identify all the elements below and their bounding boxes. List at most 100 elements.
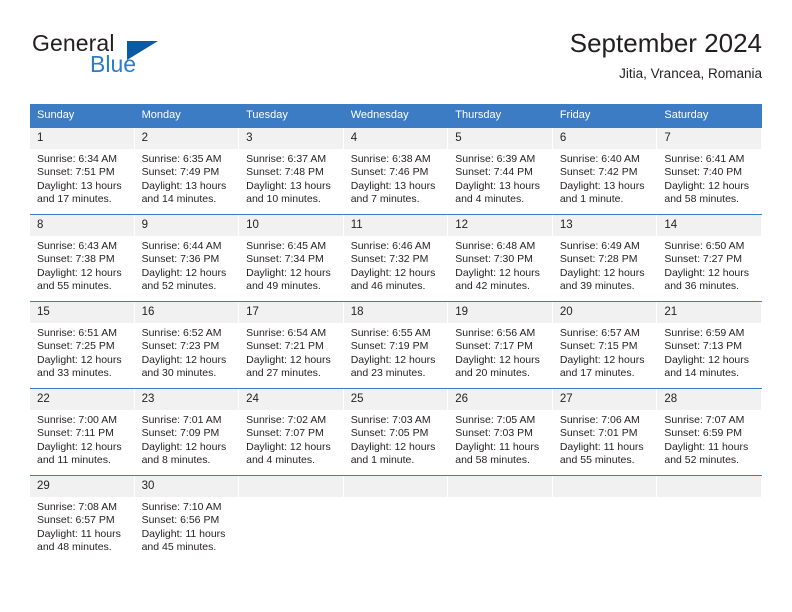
- calendar-day-cell[interactable]: 18 Sunrise: 6:55 AM Sunset: 7:19 PM Dayligh…: [343, 301, 449, 389]
- sunset-text: Sunset: 6:56 PM: [141, 514, 220, 527]
- day-number: 13: [552, 215, 658, 236]
- daylight-text: Daylight: 11 hours and 58 minutes.: [455, 440, 540, 467]
- calendar-day-cell[interactable]: 24 Sunrise: 7:02 AM Sunset: 7:07 PM Dayligh…: [239, 388, 344, 476]
- sunset-text: Sunset: 6:59 PM: [664, 427, 743, 440]
- sunset-text: Sunset: 7:03 PM: [455, 427, 533, 440]
- daylight-text: Daylight: 12 hours and 46 minutes.: [350, 266, 436, 293]
- sunrise-text: Sunrise: 7:03 AM: [350, 414, 431, 426]
- page-title: September 2024: [569, 28, 762, 58]
- sunrise-text: Sunrise: 6:38 AM: [350, 153, 431, 165]
- sunset-text: Sunset: 7:07 PM: [246, 427, 324, 440]
- day-details: [448, 497, 553, 501]
- day-number: 19: [448, 302, 553, 323]
- calendar-day-cell[interactable]: 26 Sunrise: 7:05 AM Sunset: 7:03 PM Dayligh…: [448, 388, 553, 476]
- day-number: 28: [657, 389, 762, 410]
- calendar-day-cell[interactable]: 20 Sunrise: 6:57 AM Sunset: 7:15 PM Dayligh…: [552, 301, 658, 389]
- sunset-text: Sunset: 7:13 PM: [664, 340, 743, 353]
- sunset-text: Sunset: 7:09 PM: [141, 427, 220, 440]
- day-details: Sunrise: 6:52 AM Sunset: 7:23 PM Daylight:…: [135, 323, 240, 381]
- sunrise-text: Sunrise: 6:48 AM: [455, 240, 536, 252]
- day-number: 16: [134, 302, 240, 323]
- calendar-day-cell[interactable]: 6 Sunrise: 6:40 AM Sunset: 7:42 PM Daylight…: [552, 127, 658, 215]
- calendar-day-cell[interactable]: 11 Sunrise: 6:46 AM Sunset: 7:32 PM Dayligh…: [343, 214, 449, 302]
- day-details: Sunrise: 6:46 AM Sunset: 7:32 PM Daylight:…: [344, 236, 449, 294]
- sunset-text: Sunset: 7:23 PM: [141, 340, 220, 353]
- daylight-text: Daylight: 12 hours and 14 minutes.: [664, 353, 750, 380]
- daylight-text: Daylight: 11 hours and 55 minutes.: [559, 440, 644, 467]
- daylight-text: Daylight: 12 hours and 36 minutes.: [664, 266, 750, 293]
- sunrise-text: Sunrise: 6:49 AM: [559, 240, 640, 252]
- calendar-day-cell[interactable]: 15 Sunrise: 6:51 AM Sunset: 7:25 PM Dayligh…: [30, 301, 135, 389]
- sunset-text: Sunset: 7:17 PM: [455, 340, 533, 353]
- day-details: [344, 497, 449, 501]
- calendar-day-cell-empty: [657, 475, 762, 564]
- daylight-text: Daylight: 13 hours and 4 minutes.: [455, 179, 540, 206]
- day-details: Sunrise: 6:59 AM Sunset: 7:13 PM Daylight:…: [657, 323, 762, 381]
- page-header: General Blue September 2024 Jitia, Vranc…: [30, 26, 762, 94]
- sunrise-text: Sunrise: 6:46 AM: [350, 240, 431, 252]
- day-number: 30: [134, 476, 240, 497]
- calendar-day-cell[interactable]: 30 Sunrise: 7:10 AM Sunset: 6:56 PM Dayligh…: [134, 475, 240, 564]
- day-number: 15: [30, 302, 135, 323]
- daylight-text: Daylight: 12 hours and 8 minutes.: [141, 440, 227, 467]
- daylight-text: Daylight: 13 hours and 17 minutes.: [37, 179, 122, 206]
- day-number: 12: [448, 215, 553, 236]
- sunset-text: Sunset: 7:19 PM: [350, 340, 429, 353]
- daylight-text: Daylight: 11 hours and 52 minutes.: [664, 440, 749, 467]
- sunset-text: Sunset: 7:49 PM: [141, 166, 220, 179]
- calendar-day-cell[interactable]: 14 Sunrise: 6:50 AM Sunset: 7:27 PM Dayligh…: [657, 214, 762, 302]
- calendar-day-cell-empty: [343, 475, 449, 564]
- sunrise-text: Sunrise: 6:56 AM: [455, 327, 536, 339]
- calendar-day-cell[interactable]: 13 Sunrise: 6:49 AM Sunset: 7:28 PM Dayligh…: [552, 214, 658, 302]
- calendar-day-cell[interactable]: 3 Sunrise: 6:37 AM Sunset: 7:48 PM Daylight…: [239, 127, 344, 215]
- calendar-day-cell[interactable]: 8 Sunrise: 6:43 AM Sunset: 7:38 PM Daylight…: [30, 214, 135, 302]
- calendar-day-cell[interactable]: 23 Sunrise: 7:01 AM Sunset: 7:09 PM Dayligh…: [134, 388, 240, 476]
- calendar-day-cell[interactable]: 10 Sunrise: 6:45 AM Sunset: 7:34 PM Dayligh…: [239, 214, 344, 302]
- day-number: 7: [657, 128, 762, 149]
- daylight-text: Daylight: 13 hours and 1 minute.: [559, 179, 645, 206]
- sunset-text: Sunset: 7:51 PM: [37, 166, 115, 179]
- sunset-text: Sunset: 7:27 PM: [664, 253, 743, 266]
- calendar-day-cell[interactable]: 12 Sunrise: 6:48 AM Sunset: 7:30 PM Dayligh…: [448, 214, 553, 302]
- calendar-day-cell-empty: [552, 475, 658, 564]
- daylight-text: Daylight: 12 hours and 55 minutes.: [37, 266, 122, 293]
- calendar-day-cell[interactable]: 9 Sunrise: 6:44 AM Sunset: 7:36 PM Daylight…: [134, 214, 240, 302]
- brand-logo[interactable]: General Blue: [30, 30, 250, 90]
- calendar-day-cell[interactable]: 17 Sunrise: 6:54 AM Sunset: 7:21 PM Dayligh…: [239, 301, 344, 389]
- daylight-text: Daylight: 12 hours and 42 minutes.: [455, 266, 540, 293]
- day-number: 20: [552, 302, 658, 323]
- calendar-day-cell[interactable]: 25 Sunrise: 7:03 AM Sunset: 7:05 PM Dayligh…: [343, 388, 449, 476]
- day-details: Sunrise: 7:03 AM Sunset: 7:05 PM Daylight:…: [344, 410, 449, 468]
- daylight-text: Daylight: 12 hours and 17 minutes.: [559, 353, 645, 380]
- page-subtitle: Jitia, Vrancea, Romania: [619, 66, 762, 81]
- day-details: Sunrise: 6:43 AM Sunset: 7:38 PM Daylight:…: [30, 236, 135, 294]
- calendar-day-cell[interactable]: 5 Sunrise: 6:39 AM Sunset: 7:44 PM Daylight…: [448, 127, 553, 215]
- calendar-day-cell[interactable]: 16 Sunrise: 6:52 AM Sunset: 7:23 PM Dayligh…: [134, 301, 240, 389]
- calendar-day-cell[interactable]: 19 Sunrise: 6:56 AM Sunset: 7:17 PM Dayligh…: [448, 301, 553, 389]
- calendar-day-cell[interactable]: 4 Sunrise: 6:38 AM Sunset: 7:46 PM Daylight…: [343, 127, 449, 215]
- calendar-day-cell[interactable]: 29 Sunrise: 7:08 AM Sunset: 6:57 PM Dayligh…: [30, 475, 135, 564]
- day-number: 17: [239, 302, 344, 323]
- daylight-text: Daylight: 12 hours and 58 minutes.: [664, 179, 750, 206]
- weekday-header-sunday: Sunday: [30, 104, 135, 128]
- sunset-text: Sunset: 7:28 PM: [559, 253, 638, 266]
- day-number: 8: [30, 215, 135, 236]
- daylight-text: Daylight: 12 hours and 27 minutes.: [246, 353, 331, 380]
- day-details: Sunrise: 6:34 AM Sunset: 7:51 PM Daylight:…: [30, 149, 135, 207]
- calendar-day-cell[interactable]: 28 Sunrise: 7:07 AM Sunset: 6:59 PM Dayligh…: [657, 388, 762, 476]
- day-number: 18: [343, 302, 449, 323]
- day-details: Sunrise: 6:45 AM Sunset: 7:34 PM Daylight:…: [239, 236, 344, 294]
- weekday-header-friday: Friday: [552, 104, 658, 128]
- calendar-day-cell[interactable]: 2 Sunrise: 6:35 AM Sunset: 7:49 PM Daylight…: [134, 127, 240, 215]
- day-number: [343, 476, 449, 497]
- day-details: Sunrise: 6:38 AM Sunset: 7:46 PM Daylight:…: [344, 149, 449, 207]
- daylight-text: Daylight: 13 hours and 10 minutes.: [246, 179, 331, 206]
- sunrise-text: Sunrise: 6:50 AM: [664, 240, 745, 252]
- sunrise-text: Sunrise: 7:07 AM: [664, 414, 745, 426]
- calendar-day-cell[interactable]: 1 Sunrise: 6:34 AM Sunset: 7:51 PM Daylight…: [30, 127, 135, 215]
- calendar-day-cell[interactable]: 7 Sunrise: 6:41 AM Sunset: 7:40 PM Daylight…: [657, 127, 762, 215]
- calendar-day-cell[interactable]: 22 Sunrise: 7:00 AM Sunset: 7:11 PM Dayligh…: [30, 388, 135, 476]
- sunrise-text: Sunrise: 6:43 AM: [37, 240, 117, 252]
- calendar-day-cell[interactable]: 21 Sunrise: 6:59 AM Sunset: 7:13 PM Dayligh…: [657, 301, 762, 389]
- calendar-day-cell[interactable]: 27 Sunrise: 7:06 AM Sunset: 7:01 PM Dayligh…: [552, 388, 658, 476]
